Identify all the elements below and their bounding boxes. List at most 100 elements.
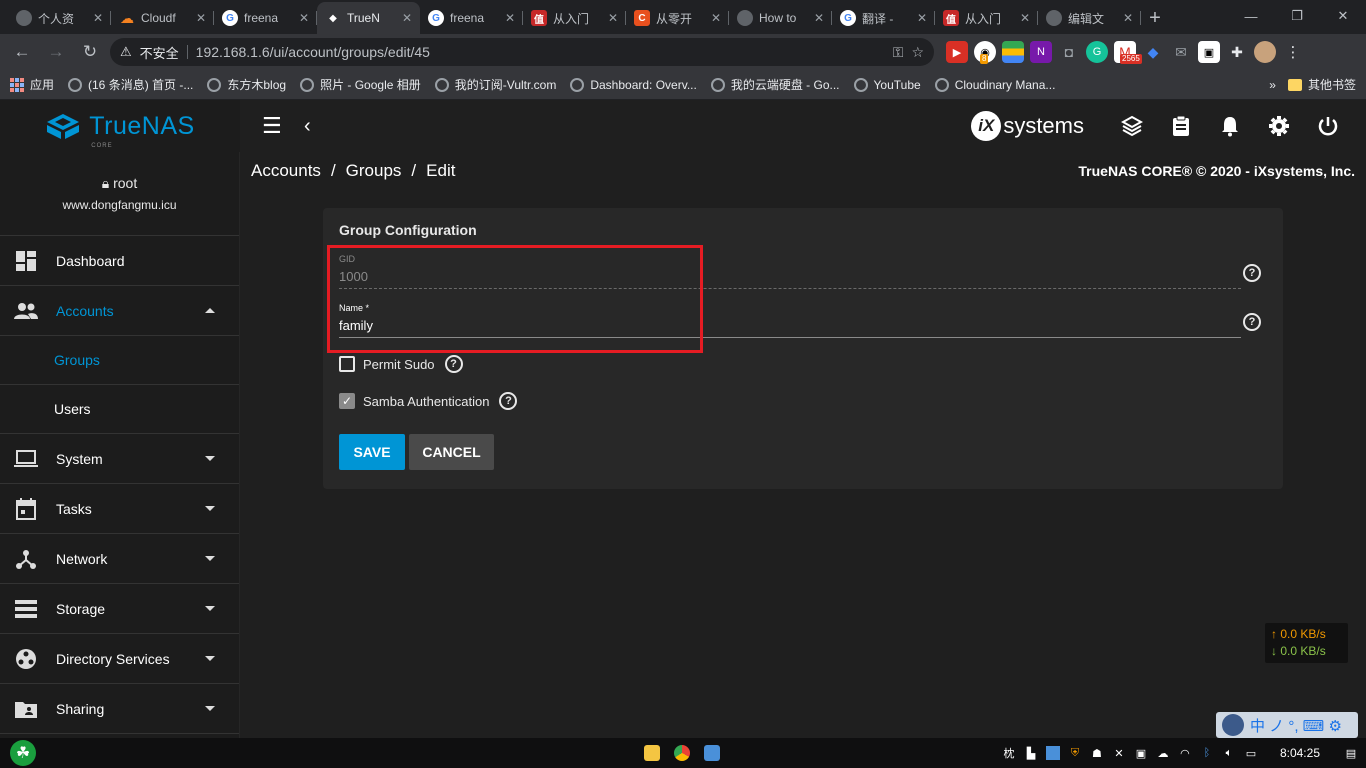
hamburger-menu-icon[interactable]: ☰	[262, 113, 292, 139]
gmail-icon[interactable]: M 2565	[1114, 41, 1142, 64]
bookmark-item[interactable]: 我的云端硬盘 - Go...	[710, 76, 840, 93]
clock[interactable]: 8:04:25	[1280, 746, 1320, 760]
security-label[interactable]: 不安全	[140, 43, 179, 62]
sidebar-item-tasks[interactable]: Tasks	[0, 484, 239, 534]
sidebar-item-users[interactable]: Users	[0, 385, 239, 434]
url-text[interactable]: 192.168.1.6/ui/account/groups/edit/45	[196, 44, 885, 60]
restore-button[interactable]: ❐	[1274, 0, 1320, 32]
tray-app-icon[interactable]: ✕	[1112, 746, 1126, 760]
permit-sudo-checkbox[interactable]	[339, 356, 355, 372]
warning-icon[interactable]: ⚠	[120, 44, 132, 60]
bluetooth-icon[interactable]: ᛒ	[1200, 746, 1214, 760]
cloud-icon[interactable]: ☁	[1156, 746, 1170, 760]
power-icon[interactable]	[1316, 114, 1340, 138]
truecommand-icon[interactable]	[1120, 114, 1144, 138]
close-icon[interactable]: ✕	[505, 11, 515, 25]
tray-app-icon[interactable]: ☗	[1090, 746, 1104, 760]
gear-icon[interactable]	[1267, 114, 1291, 138]
breadcrumb-groups[interactable]: Groups	[346, 161, 402, 181]
browser-tab[interactable]: 值 从入门 ✕	[935, 2, 1038, 34]
tray-ime-icon[interactable]: 枕	[1002, 746, 1016, 760]
start-button[interactable]: ☘	[0, 740, 46, 766]
browser-tab[interactable]: C 从零开 ✕	[626, 2, 729, 34]
other-bookmarks[interactable]: 其他书签	[1287, 76, 1356, 93]
address-bar[interactable]: ⚠ 不安全 192.168.1.6/ui/account/groups/edit…	[110, 38, 934, 66]
help-icon[interactable]: ?	[444, 355, 463, 373]
sidebar-item-sharing[interactable]: Sharing	[0, 684, 239, 734]
sidebar-item-network[interactable]: Network	[0, 534, 239, 584]
browser-tab[interactable]: 值 从入门 ✕	[523, 2, 626, 34]
bookmarks-overflow-button[interactable]: »	[1269, 78, 1276, 92]
tray-app-icon[interactable]: ▙	[1024, 746, 1038, 760]
extension-icon[interactable]: ▣	[1198, 41, 1220, 63]
ime-toolbar[interactable]: 中 ノ °, ⌨ ⚙	[1216, 712, 1358, 738]
browser-tab[interactable]: G freena ✕	[214, 2, 317, 34]
browser-tab[interactable]: ☁ Cloudf ✕	[111, 2, 214, 34]
star-icon[interactable]: ☆	[911, 44, 924, 61]
close-icon[interactable]: ✕	[608, 11, 618, 25]
battery-icon[interactable]: ▭	[1244, 746, 1258, 760]
sidebar-item-system[interactable]: System	[0, 434, 239, 484]
bookmark-item[interactable]: 我的订阅-Vultr.com	[434, 76, 556, 93]
minimize-button[interactable]: —	[1228, 0, 1274, 32]
bookmark-apps[interactable]: 应用	[10, 76, 54, 93]
help-icon[interactable]: ?	[1243, 313, 1261, 331]
extension-icon[interactable]: ◉ 8	[974, 41, 996, 64]
file-explorer-icon[interactable]	[644, 745, 660, 761]
clipboard-icon[interactable]	[1169, 114, 1193, 138]
bookmark-item[interactable]: Dashboard: Overv...	[570, 77, 697, 92]
key-icon[interactable]: ⚿	[893, 44, 904, 61]
close-icon[interactable]: ✕	[402, 11, 412, 25]
close-icon[interactable]: ✕	[917, 11, 927, 25]
shield-icon[interactable]: ⛨	[1068, 746, 1082, 760]
back-arrow-icon[interactable]: ←	[8, 38, 36, 66]
sidebar-item-dashboard[interactable]: Dashboard	[0, 236, 239, 286]
close-icon[interactable]: ✕	[814, 11, 824, 25]
close-window-button[interactable]: ✕	[1320, 0, 1366, 32]
breadcrumb-accounts[interactable]: Accounts	[251, 161, 321, 181]
sidebar-item-directory-services[interactable]: Directory Services	[0, 634, 239, 684]
extension-icon[interactable]: ✉	[1170, 41, 1192, 63]
sidebar-item-groups[interactable]: Groups	[0, 336, 239, 385]
tray-app-icon[interactable]: ▣	[1134, 746, 1148, 760]
notification-icon[interactable]: ▤	[1344, 746, 1358, 760]
extension-icon[interactable]: ◆	[1142, 41, 1164, 63]
browser-tab[interactable]: How to ✕	[729, 2, 832, 34]
app-icon[interactable]	[704, 745, 720, 761]
browser-tab-active[interactable]: ◆ TrueN ✕	[317, 2, 420, 34]
browser-tab[interactable]: G freena ✕	[420, 2, 523, 34]
save-button[interactable]: SAVE	[339, 434, 405, 470]
grammarly-icon[interactable]: G	[1086, 41, 1108, 63]
volume-icon[interactable]: 🔈︎	[1222, 746, 1236, 760]
cancel-button[interactable]: CANCEL	[409, 434, 494, 470]
camera-icon[interactable]: ◘	[1058, 41, 1080, 63]
sidebar-item-storage[interactable]: Storage	[0, 584, 239, 634]
tray-app-icon[interactable]	[1045, 746, 1060, 760]
forward-arrow-icon[interactable]: →	[42, 38, 70, 66]
extension-icon[interactable]: ▶	[946, 41, 968, 63]
bookmark-item[interactable]: 照片 - Google 相册	[300, 76, 421, 93]
bookmark-item[interactable]: Cloudinary Mana...	[934, 77, 1055, 92]
extension-icon[interactable]	[1002, 41, 1024, 63]
close-icon[interactable]: ✕	[1020, 11, 1030, 25]
browser-tab[interactable]: G 翻译 - ✕	[832, 2, 935, 34]
bookmark-item[interactable]: (16 条消息) 首页 -...	[68, 76, 193, 93]
truenas-logo[interactable]: TrueNAS CORE	[0, 100, 240, 152]
close-icon[interactable]: ✕	[1123, 11, 1133, 25]
browser-tab[interactable]: 个人资 ✕	[8, 2, 111, 34]
bookmark-item[interactable]: YouTube	[853, 77, 921, 92]
help-icon[interactable]: ?	[499, 392, 518, 410]
help-icon[interactable]: ?	[1243, 264, 1261, 282]
sidebar-item-accounts[interactable]: Accounts	[0, 286, 239, 336]
puzzle-icon[interactable]: ✚	[1226, 41, 1248, 63]
chrome-icon[interactable]	[674, 745, 690, 761]
chevron-left-icon[interactable]: ‹	[304, 115, 311, 138]
wifi-icon[interactable]: ◠	[1178, 746, 1192, 760]
close-icon[interactable]: ✕	[196, 11, 206, 25]
bookmark-item[interactable]: 东方木blog	[207, 76, 286, 93]
browser-tab[interactable]: 编辑文 ✕	[1038, 2, 1141, 34]
close-icon[interactable]: ✕	[711, 11, 721, 25]
bell-icon[interactable]	[1218, 114, 1242, 138]
new-tab-button[interactable]: +	[1141, 2, 1169, 34]
menu-kebab-icon[interactable]: ⋮	[1282, 41, 1304, 63]
